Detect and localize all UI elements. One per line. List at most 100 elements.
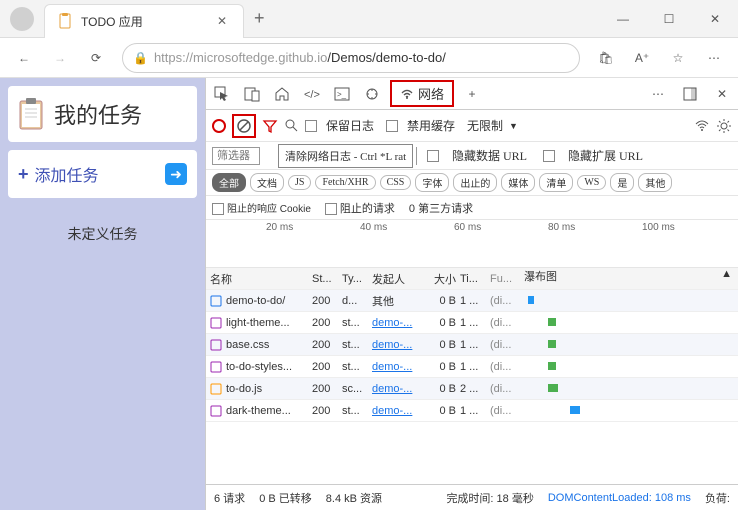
cell-initiator[interactable]: demo-...: [372, 383, 426, 395]
cell-initiator: 其他: [372, 293, 426, 309]
cell-size: 0 B: [426, 339, 460, 351]
tab-network[interactable]: 网络: [390, 80, 454, 107]
type-chip-文档[interactable]: 文档: [250, 173, 284, 192]
clear-log-button[interactable]: [232, 114, 256, 138]
maximize-button[interactable]: ☐: [646, 2, 692, 36]
col-size[interactable]: 大小: [426, 271, 460, 287]
close-window-button[interactable]: ✕: [692, 2, 738, 36]
refresh-button[interactable]: ⟳: [80, 42, 112, 74]
cell-initiator[interactable]: demo-...: [372, 317, 426, 329]
col-initiator[interactable]: 发起人: [372, 271, 426, 287]
col-waterfall[interactable]: 瀑布图▲: [524, 268, 738, 289]
filter-icon[interactable]: [262, 118, 278, 134]
cell-fulfilled: (di...: [490, 295, 524, 307]
cell-type: st...: [342, 317, 372, 329]
more-tools-icon[interactable]: ⋯: [646, 82, 670, 106]
filter-input[interactable]: [212, 147, 260, 165]
window-controls: — ☐ ✕: [600, 2, 738, 36]
menu-icon[interactable]: ⋯: [698, 42, 730, 74]
favorites-icon[interactable]: ☆: [662, 42, 694, 74]
blocked-cookies-checkbox[interactable]: [212, 203, 224, 215]
col-type[interactable]: Ty...: [342, 273, 372, 285]
type-chip-JS[interactable]: JS: [288, 175, 311, 190]
status-requests: 6 请求: [214, 490, 245, 506]
cell-initiator[interactable]: demo-...: [372, 361, 426, 373]
table-row[interactable]: to-do-styles...200st...demo-...0 B1 ...(…: [206, 356, 738, 378]
clear-icon: [236, 118, 252, 134]
settings-icon[interactable]: [716, 118, 732, 134]
disable-cache-checkbox[interactable]: [386, 120, 398, 132]
cell-initiator[interactable]: demo-...: [372, 405, 426, 417]
col-fulfilled[interactable]: Fu...: [490, 273, 524, 285]
table-row[interactable]: dark-theme...200st...demo-...0 B1 ...(di…: [206, 400, 738, 422]
table-row[interactable]: to-do.js200sc...demo-...0 B2 ...(di...: [206, 378, 738, 400]
cell-waterfall: [524, 312, 738, 333]
search-icon[interactable]: [284, 118, 299, 133]
type-chip-媒体[interactable]: 媒体: [501, 173, 535, 192]
cell-status: 200: [312, 295, 342, 307]
type-chip-CSS[interactable]: CSS: [380, 175, 412, 190]
device-icon[interactable]: [240, 82, 264, 106]
type-chip-WS[interactable]: WS: [577, 175, 606, 190]
timeline-tick: 100 ms: [642, 222, 675, 233]
table-row[interactable]: light-theme...200st...demo-...0 B1 ...(d…: [206, 312, 738, 334]
col-status[interactable]: St...: [312, 273, 342, 285]
throttle-select[interactable]: 无限制: [467, 117, 503, 134]
table-row[interactable]: base.css200st...demo-...0 B1 ...(di...: [206, 334, 738, 356]
hide-ext-url-label: 隐藏扩展 URL: [568, 147, 643, 164]
submit-task-button[interactable]: ➜: [165, 163, 187, 185]
type-chip-图片[interactable]: 出止的: [453, 173, 497, 192]
cell-time: 1 ...: [460, 339, 490, 351]
sources-icon[interactable]: [360, 82, 384, 106]
col-name[interactable]: 名称: [206, 271, 312, 287]
cell-status: 200: [312, 383, 342, 395]
type-chip-Fetch/XHR[interactable]: Fetch/XHR: [315, 175, 375, 190]
address-bar[interactable]: 🔒 https://microsoftedge.github.io/Demos/…: [122, 43, 580, 73]
close-tab-icon[interactable]: ✕: [213, 12, 231, 30]
forward-button[interactable]: →: [44, 42, 76, 74]
browser-tab[interactable]: TODO 应用 ✕: [44, 4, 244, 38]
read-aloud-icon[interactable]: A⁺: [626, 42, 658, 74]
cell-time: 2 ...: [460, 383, 490, 395]
console-icon[interactable]: >_: [330, 82, 354, 106]
elements-icon[interactable]: </>: [300, 82, 324, 106]
type-chip-字体[interactable]: 字体: [415, 173, 449, 192]
add-task-label: 添加任务: [35, 162, 159, 186]
hide-data-url-checkbox[interactable]: [427, 150, 439, 162]
file-name: base.css: [226, 339, 269, 351]
cell-waterfall: [524, 356, 738, 377]
type-chip-清单[interactable]: 清单: [539, 173, 573, 192]
add-task-row[interactable]: + 添加任务 ➜: [8, 150, 197, 198]
blocked-requests-checkbox[interactable]: [325, 203, 337, 215]
type-chip-Wasm[interactable]: 是: [610, 173, 634, 192]
back-button[interactable]: ←: [8, 42, 40, 74]
cell-type: st...: [342, 405, 372, 417]
dropdown-icon[interactable]: ▼: [509, 121, 518, 131]
profile-avatar[interactable]: [10, 7, 34, 31]
shopping-icon[interactable]: 🛍: [590, 42, 622, 74]
inspect-icon[interactable]: [210, 82, 234, 106]
col-time[interactable]: Ti...: [460, 273, 490, 285]
record-button[interactable]: [212, 119, 226, 133]
table-row[interactable]: demo-to-do/200d...其他0 B1 ...(di...: [206, 290, 738, 312]
add-tab-icon[interactable]: +: [460, 82, 484, 106]
file-icon: [210, 405, 222, 417]
welcome-icon[interactable]: [270, 82, 294, 106]
new-tab-button[interactable]: +: [244, 2, 275, 35]
cell-initiator[interactable]: demo-...: [372, 339, 426, 351]
type-chip-全部[interactable]: 全部: [212, 173, 246, 192]
cell-status: 200: [312, 317, 342, 329]
type-chip-其他[interactable]: 其他: [638, 173, 672, 192]
dock-icon[interactable]: [678, 82, 702, 106]
close-devtools-icon[interactable]: ✕: [710, 82, 734, 106]
type-filter-row: 全部文档 JS Fetch/XHR CSS字体出止的媒体清单 WS 是其他: [206, 170, 738, 196]
wifi-conditions-icon[interactable]: [694, 118, 710, 134]
preserve-log-checkbox[interactable]: [305, 120, 317, 132]
hide-ext-url-checkbox[interactable]: [543, 150, 555, 162]
cell-fulfilled: (di...: [490, 339, 524, 351]
timeline-overview[interactable]: 20 ms40 ms60 ms80 ms100 ms: [206, 220, 738, 268]
cell-size: 0 B: [426, 361, 460, 373]
minimize-button[interactable]: —: [600, 2, 646, 36]
cell-time: 1 ...: [460, 361, 490, 373]
cell-waterfall: [524, 378, 738, 399]
